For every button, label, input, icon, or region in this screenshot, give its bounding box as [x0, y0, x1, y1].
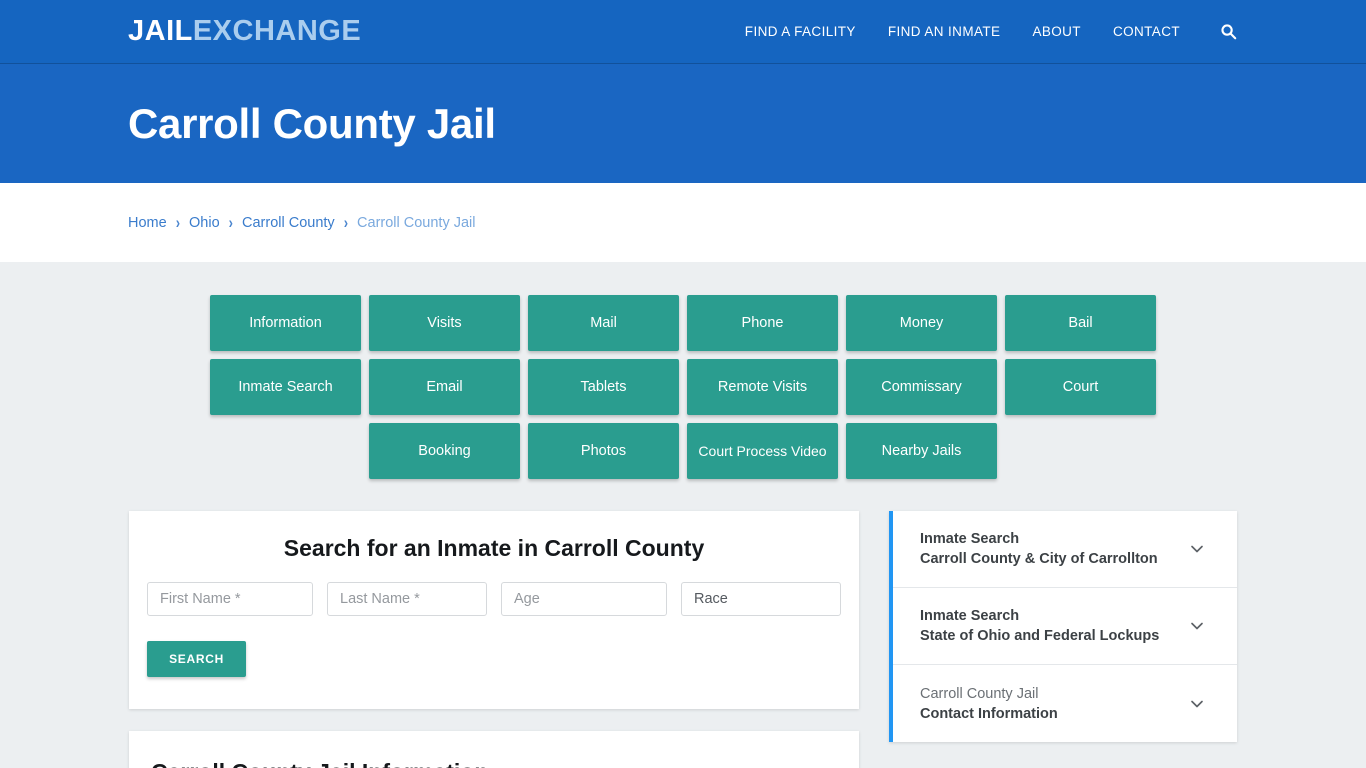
race-select[interactable]: Race — [681, 582, 841, 616]
section-button-visits[interactable]: Visits — [369, 295, 520, 351]
accordion-item-subtitle: Carroll County & City of Carrollton — [920, 551, 1158, 567]
section-button-information[interactable]: Information — [210, 295, 361, 351]
accordion-item-text: Inmate Search Carroll County & City of C… — [920, 529, 1187, 569]
section-button-mail[interactable]: Mail — [528, 295, 679, 351]
breadcrumb-bar: Home › Ohio › Carroll County › Carroll C… — [0, 183, 1366, 262]
section-button-phone[interactable]: Phone — [687, 295, 838, 351]
section-button-court-process-video[interactable]: Court Process Video — [687, 423, 838, 479]
facility-section-buttons: Information Visits Mail Phone Money Bail… — [139, 295, 1227, 479]
jail-information-title: Carroll County Jail Information — [151, 759, 837, 768]
breadcrumb-item-home[interactable]: Home — [128, 215, 167, 231]
sidebar-accordion: Inmate Search Carroll County & City of C… — [889, 511, 1237, 742]
accordion-item-inmate-search-county[interactable]: Inmate Search Carroll County & City of C… — [893, 511, 1237, 588]
main-content-column: Search for an Inmate in Carroll County R… — [129, 511, 859, 768]
accordion-item-subtitle: Contact Information — [920, 705, 1058, 722]
section-button-remote-visits[interactable]: Remote Visits — [687, 359, 838, 415]
section-button-inmate-search[interactable]: Inmate Search — [210, 359, 361, 415]
nav-item-contact[interactable]: CONTACT — [1113, 24, 1180, 39]
site-header: JAILEXCHANGE FIND A FACILITY FIND AN INM… — [0, 0, 1366, 64]
first-name-input[interactable] — [147, 582, 313, 616]
last-name-input[interactable] — [327, 582, 487, 616]
accordion-item-text: Inmate Search State of Ohio and Federal … — [920, 606, 1187, 646]
inmate-search-card: Search for an Inmate in Carroll County R… — [129, 511, 859, 709]
page-body: Information Visits Mail Phone Money Bail… — [0, 262, 1366, 768]
logo-text-secondary: EXCHANGE — [192, 15, 362, 47]
nav-item-find-a-facility[interactable]: FIND A FACILITY — [745, 24, 856, 39]
accordion-item-title: Inmate Search — [920, 608, 1020, 624]
page-title: Carroll County Jail — [128, 99, 496, 147]
chevron-down-icon[interactable] — [1187, 616, 1207, 636]
section-button-court[interactable]: Court — [1005, 359, 1156, 415]
jail-information-card: Carroll County Jail Information — [129, 731, 859, 768]
section-button-booking[interactable]: Booking — [369, 423, 520, 479]
inmate-search-title: Search for an Inmate in Carroll County — [283, 535, 705, 561]
inmate-search-fields: Race — [147, 582, 841, 616]
chevron-down-icon[interactable] — [1187, 694, 1207, 714]
nav-item-find-an-inmate[interactable]: FIND AN INMATE — [888, 24, 1001, 39]
section-button-email[interactable]: Email — [369, 359, 520, 415]
breadcrumb-item-ohio[interactable]: Ohio — [189, 215, 220, 231]
section-button-bail[interactable]: Bail — [1005, 295, 1156, 351]
accordion-item-title: Carroll County Jail — [920, 685, 1039, 702]
section-button-commissary[interactable]: Commissary — [846, 359, 997, 415]
breadcrumb-item-carroll-county-jail[interactable]: Carroll County Jail — [357, 215, 475, 231]
accordion-item-text: Carroll County Jail Contact Information — [920, 684, 1187, 724]
accordion-item-subtitle: State of Ohio and Federal Lockups — [920, 628, 1160, 644]
main-navigation: FIND A FACILITY FIND AN INMATE ABOUT CON… — [745, 22, 1238, 42]
logo-text-primary: JAIL — [128, 15, 193, 47]
accordion-item-contact-information[interactable]: Carroll County Jail Contact Information — [893, 665, 1237, 742]
section-button-nearby-jails[interactable]: Nearby Jails — [846, 423, 997, 479]
chevron-down-icon[interactable] — [1187, 539, 1207, 559]
sidebar-column: Inmate Search Carroll County & City of C… — [889, 511, 1237, 742]
site-logo[interactable]: JAILEXCHANGE — [128, 17, 361, 46]
chevron-right-icon: › — [175, 213, 181, 232]
nav-item-about[interactable]: ABOUT — [1032, 24, 1081, 39]
accordion-item-title: Inmate Search — [920, 531, 1020, 547]
search-icon[interactable] — [1218, 22, 1238, 42]
chevron-right-icon: › — [343, 213, 349, 232]
hero-banner: Carroll County Jail — [0, 64, 1366, 183]
search-button[interactable]: SEARCH — [147, 641, 246, 677]
accordion-item-inmate-search-state[interactable]: Inmate Search State of Ohio and Federal … — [893, 588, 1237, 665]
section-button-photos[interactable]: Photos — [528, 423, 679, 479]
chevron-right-icon: › — [228, 213, 234, 232]
breadcrumb-item-carroll-county[interactable]: Carroll County — [242, 215, 335, 231]
age-input[interactable] — [501, 582, 667, 616]
content-columns: Search for an Inmate in Carroll County R… — [129, 479, 1237, 768]
section-button-tablets[interactable]: Tablets — [528, 359, 679, 415]
section-button-money[interactable]: Money — [846, 295, 997, 351]
breadcrumb: Home › Ohio › Carroll County › Carroll C… — [128, 213, 476, 232]
